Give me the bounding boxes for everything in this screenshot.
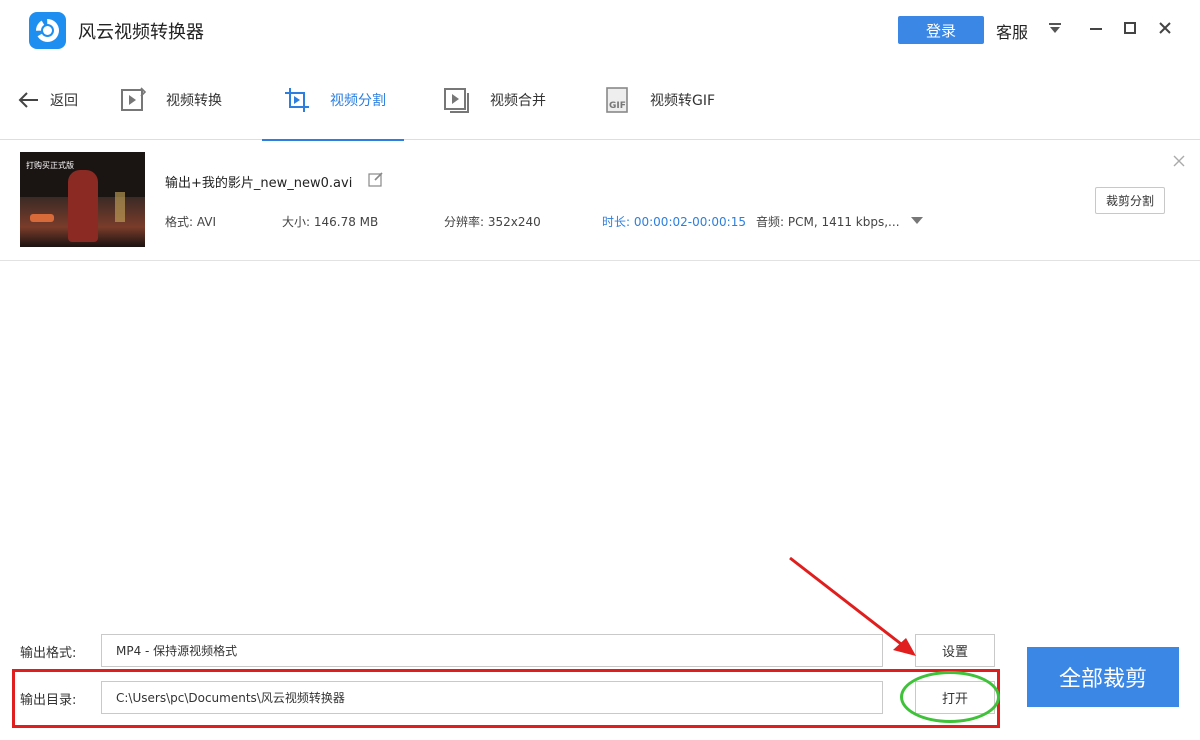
- back-arrow-icon: [18, 85, 40, 115]
- login-button[interactable]: 登录: [898, 16, 984, 44]
- tab-label: 视频转GIF: [650, 93, 716, 109]
- toolbar: 返回 视频转换 视频分割 视频合并 GIF 视频转GIF: [0, 60, 1200, 141]
- minimize-icon[interactable]: [1084, 16, 1108, 40]
- settings-button[interactable]: 设置: [915, 634, 995, 667]
- annotation-highlight-box: [12, 669, 1000, 728]
- thumbnail-watermark: 打购买正式版: [26, 161, 74, 170]
- file-format: 格式: AVI: [165, 215, 217, 229]
- annotation-highlight-ellipse: [900, 671, 1000, 723]
- tab-video-merge[interactable]: 视频合并: [442, 60, 546, 140]
- tab-label: 视频转换: [166, 93, 222, 109]
- customer-service-link[interactable]: 客服: [996, 19, 1028, 43]
- audio-dropdown-icon[interactable]: [911, 217, 923, 224]
- tab-video-convert[interactable]: 视频转换: [118, 60, 222, 140]
- remove-file-icon[interactable]: [1172, 153, 1186, 167]
- tab-label: 视频分割: [330, 93, 386, 109]
- video-merge-icon: [442, 85, 472, 115]
- cut-all-button[interactable]: 全部裁剪: [1027, 647, 1179, 707]
- file-name: 输出+我的影片_new_new0.avi: [165, 176, 353, 191]
- video-convert-icon: [118, 85, 148, 115]
- back-button[interactable]: 返回: [18, 60, 78, 140]
- output-format-field[interactable]: MP4 - 保持源视频格式: [101, 634, 883, 667]
- menu-dropdown-icon[interactable]: [1043, 16, 1067, 40]
- tab-label: 视频合并: [490, 93, 546, 109]
- video-thumbnail[interactable]: 打购买正式版: [20, 152, 145, 247]
- clip-split-button[interactable]: 裁剪分割: [1095, 187, 1165, 214]
- file-audio: 音频: PCM, 1411 kbps,...: [756, 215, 900, 229]
- video-crop-icon: [282, 85, 312, 115]
- back-label: 返回: [50, 93, 78, 109]
- app-logo-icon: [29, 12, 66, 49]
- file-duration[interactable]: 时长: 00:00:02-00:00:15: [602, 213, 746, 230]
- edit-name-icon[interactable]: [368, 171, 384, 187]
- title-bar: 风云视频转换器 登录 客服: [0, 0, 1200, 60]
- svg-text:GIF: GIF: [609, 101, 626, 111]
- tab-video-split[interactable]: 视频分割: [262, 60, 404, 141]
- file-list-item: 打购买正式版 输出+我的影片_new_new0.avi 格式: AVI 大小: …: [0, 141, 1200, 261]
- file-resolution: 分辨率: 352x240: [444, 215, 541, 229]
- app-title: 风云视频转换器: [78, 22, 204, 43]
- gif-icon: GIF: [602, 85, 632, 115]
- close-icon[interactable]: [1153, 16, 1177, 40]
- maximize-icon[interactable]: [1118, 16, 1142, 40]
- output-format-label: 输出格式:: [20, 646, 77, 661]
- file-size: 大小: 146.78 MB: [282, 215, 379, 229]
- tab-video-to-gif[interactable]: GIF 视频转GIF: [602, 60, 715, 140]
